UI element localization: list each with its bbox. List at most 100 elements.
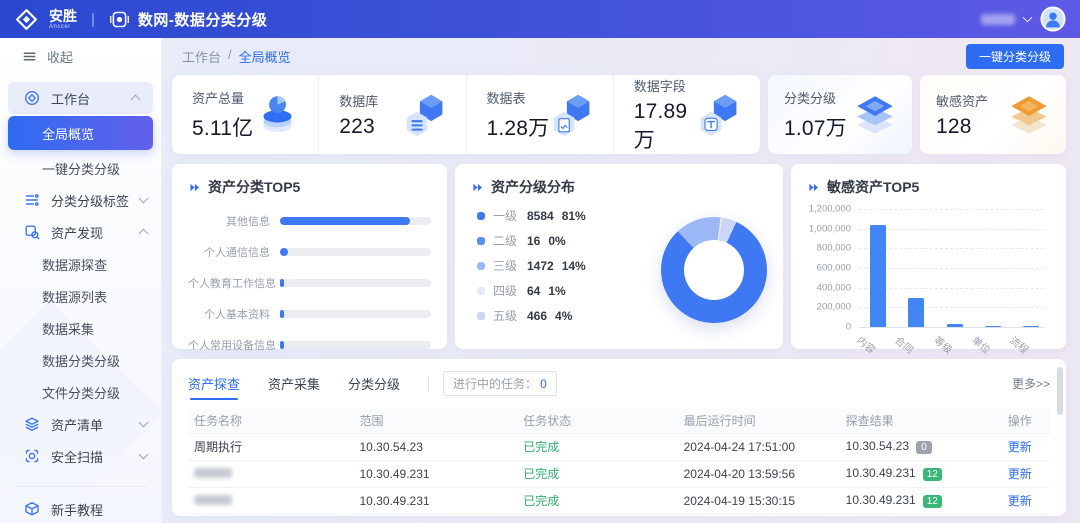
task-last-run: 2024-04-19 15:30:15	[678, 487, 840, 514]
running-tasks-count: 0	[540, 377, 547, 391]
legend-dot	[477, 237, 485, 245]
gridline	[859, 327, 1044, 328]
breadcrumb-separator: /	[228, 47, 232, 66]
table-header: 任务名称范围任务状态最后运行时间探查结果操作	[188, 409, 1050, 433]
legend-label: 四级	[493, 282, 519, 299]
sidebar-collapse-toggle[interactable]: 收起	[0, 38, 161, 74]
sidebar-item-one-click-classification[interactable]: 一键分类分级	[0, 152, 161, 184]
breadcrumb-current: 全局概览	[239, 47, 291, 66]
result-count-badge: 12	[923, 495, 942, 508]
chart-title-row: 敏感资产TOP5	[807, 177, 1050, 197]
horizontal-bar-chart: 其他信息个人通信信息个人教育工作信息个人基本资料个人常用设备信息	[188, 213, 431, 353]
hbar-category-label: 个人通信信息	[188, 244, 280, 260]
sensitive-asset-top5-chart: 敏感资产TOP5 1,200,0001,000,000800,000600,00…	[791, 164, 1066, 349]
hbar-fill	[280, 248, 288, 256]
legend-dot	[477, 262, 485, 270]
sidebar-item-workbench[interactable]: 工作台	[8, 82, 153, 114]
task-name: 周期执行	[194, 440, 242, 454]
task-range: 10.30.49.231	[354, 487, 518, 514]
more-link[interactable]: 更多>>	[1012, 375, 1050, 392]
y-axis: 1,200,0001,000,000800,000600,000400,0002…	[807, 209, 859, 327]
sidebar-item-datasource-probe[interactable]: 数据源探查	[0, 248, 161, 280]
avatar[interactable]	[1040, 6, 1066, 32]
stat-value: 223	[339, 115, 378, 139]
legend-dot	[477, 212, 485, 220]
sidebar-item-label: 安全扫描	[51, 447, 129, 466]
gridline	[859, 248, 1044, 249]
hamburger-icon	[22, 49, 37, 64]
sidebar-item-global-overview[interactable]: 全局概览	[8, 116, 153, 150]
update-action-link[interactable]: 更新	[1008, 467, 1032, 481]
chevron-down-icon	[1023, 13, 1033, 23]
hbar-row: 个人教育工作信息	[188, 275, 431, 291]
sidebar-item-data-classification[interactable]: 数据分类分级	[0, 344, 161, 376]
breadcrumb-parent[interactable]: 工作台	[182, 47, 221, 66]
app-title: 数网-数据分类分级	[138, 9, 268, 30]
legend-percent: 81%	[562, 209, 586, 223]
hbar-fill	[280, 341, 284, 349]
hbar-category-label: 个人教育工作信息	[188, 275, 280, 291]
hbar-category-label: 个人常用设备信息	[188, 337, 280, 353]
sidebar-menu: 工作台全局概览一键分类分级分类分级标签资产发现数据源探查数据源列表数据采集数据分…	[0, 82, 161, 523]
sidebar-item-label: 数据源列表	[42, 287, 107, 306]
tab-classification[interactable]: 分类分级	[348, 374, 400, 400]
sidebar-item-classification-tags[interactable]: 分类分级标签	[0, 184, 161, 216]
sidebar-item-label: 分类分级标签	[51, 191, 129, 210]
legend-item: 五级4664%	[477, 307, 627, 324]
gridline	[859, 307, 1044, 308]
brand-name: 安胜	[49, 9, 77, 23]
donut-chart	[661, 217, 767, 323]
tab-asset-collection[interactable]: 资产采集	[268, 374, 320, 400]
y-tick-label: 1,200,000	[809, 204, 851, 215]
user-menu[interactable]	[981, 6, 1066, 32]
legend-label: 三级	[493, 257, 519, 274]
sidebar-item-label: 数据分类分级	[42, 351, 120, 370]
vbar-等级	[947, 324, 963, 327]
hbar-track	[280, 248, 431, 256]
hbar-track	[280, 341, 431, 349]
legend-value: 8584	[527, 209, 554, 223]
sidebar-item-file-classification[interactable]: 文件分类分级	[0, 376, 161, 408]
x-tick-label: 单位	[969, 332, 994, 356]
stat-data-fields: 数据字段 17.89万	[613, 75, 760, 154]
hbar-track	[280, 217, 431, 225]
legend-percent: 14%	[562, 259, 586, 273]
task-name-blurred	[194, 495, 232, 505]
task-last-run: 2024-04-20 13:59:56	[678, 460, 840, 487]
hbar-row: 个人基本资料	[188, 306, 431, 322]
sidebar-item-beginner-tutorial[interactable]: 新手教程	[0, 493, 161, 523]
one-click-classification-button[interactable]: 一键分类分级	[966, 44, 1064, 69]
collapse-label: 收起	[47, 47, 73, 66]
sidebar-item-security-scan[interactable]: 安全扫描	[0, 440, 161, 472]
hbar-fill	[280, 279, 284, 287]
sidebar-item-asset-discovery[interactable]: 资产发现	[0, 216, 161, 248]
workbench-icon	[24, 90, 40, 106]
table-scrollbar-thumb[interactable]	[1057, 367, 1063, 415]
tutorial-icon	[24, 501, 40, 517]
chevron-down-icon	[139, 194, 149, 204]
legend-dot	[477, 312, 485, 320]
plot-area: 内容合同等级单位流程	[859, 209, 1050, 327]
tasks-tabs-row: 资产探查 资产采集 分类分级 进行中的任务：0 更多>>	[188, 371, 1050, 402]
y-tick-label: 200,000	[817, 302, 851, 313]
stat-value: 1.07万	[784, 112, 847, 142]
legend-value: 466	[527, 309, 547, 323]
stat-value: 1.28万	[487, 112, 550, 142]
gridline	[859, 268, 1044, 269]
stats-main-card: 资产总量 5.11亿 数据库 223	[172, 75, 760, 154]
app-window: 安胜 Anscer | 数网-数据分类分级	[0, 0, 1080, 523]
vbar-单位	[985, 326, 1001, 328]
stat-classification-card: 分类分级 1.07万	[768, 75, 912, 154]
gridline	[859, 288, 1044, 289]
table-row: 周期执行10.30.54.23已完成2024-04-24 17:51:0010.…	[188, 433, 1050, 460]
sidebar-item-asset-inventory[interactable]: 资产清单	[0, 408, 161, 440]
sidebar-item-datasource-list[interactable]: 数据源列表	[0, 280, 161, 312]
legend-item: 一级858481%	[477, 207, 627, 224]
update-action-link[interactable]: 更新	[1008, 440, 1032, 454]
update-action-link[interactable]: 更新	[1008, 494, 1032, 508]
logo-divider: |	[91, 11, 95, 28]
donut-chart-area: 一级858481%二级160%三级147214%四级641%五级4664%	[471, 207, 767, 332]
tab-asset-probe[interactable]: 资产探查	[188, 374, 240, 400]
sidebar-item-label: 资产发现	[51, 223, 129, 242]
sidebar-item-data-collection[interactable]: 数据采集	[0, 312, 161, 344]
